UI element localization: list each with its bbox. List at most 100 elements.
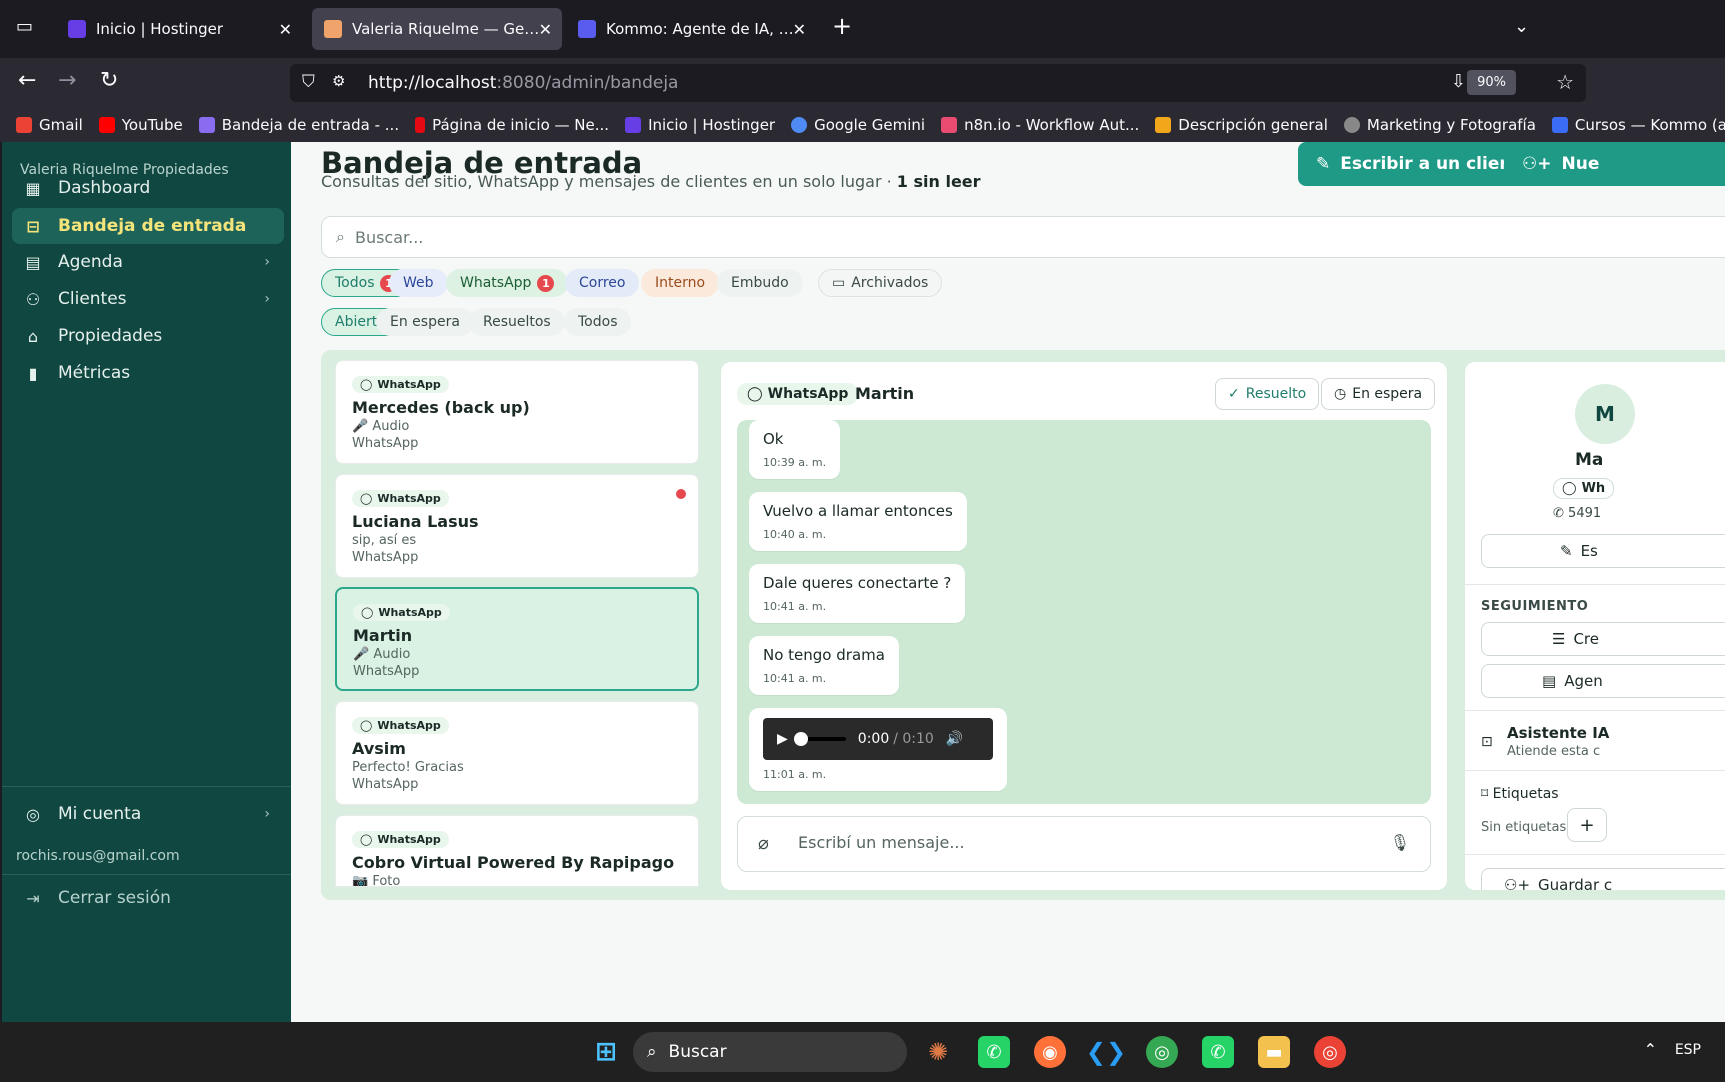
- save-button[interactable]: ⚇+ Guardar c: [1481, 868, 1725, 890]
- download-icon[interactable]: ⇩: [1451, 71, 1466, 92]
- chrome-profile-icon[interactable]: ◎: [1314, 1036, 1346, 1068]
- conversation-item[interactable]: ◯ WhatsApp Mercedes (back up) 🎤 Audio Wha…: [335, 360, 699, 464]
- claude-icon[interactable]: ✺: [922, 1036, 954, 1068]
- bookmark-gemini[interactable]: Google Gemini: [791, 116, 925, 134]
- check-icon: ✓: [1228, 386, 1240, 402]
- contact-name: Ma: [1575, 450, 1604, 470]
- browser-tab-kommo[interactable]: Kommo: Agente de IA, Luciana ✕: [566, 8, 816, 50]
- taskbar-search[interactable]: ⌕ Buscar: [633, 1032, 907, 1072]
- kommo-favicon-icon: [578, 20, 596, 38]
- whatsapp-tag: ◯ WhatsApp: [352, 376, 449, 393]
- browser-tab-valeria[interactable]: Valeria Riquelme — Gestiones Inmobiliari…: [312, 8, 562, 50]
- resolve-button[interactable]: ✓ Resuelto: [1215, 378, 1320, 410]
- url-bar[interactable]: ⛉ ⚙ http://localhost:8080/admin/bandeja …: [290, 64, 1586, 102]
- back-icon[interactable]: ←: [18, 70, 36, 92]
- sidebar-item-clients[interactable]: ⚇ Clientes ›: [12, 281, 284, 317]
- add-tag-button[interactable]: +: [1567, 808, 1607, 842]
- close-tab-icon[interactable]: ✕: [793, 20, 806, 39]
- new-button[interactable]: ⚇+ Nue: [1504, 142, 1725, 186]
- play-icon[interactable]: ▶: [777, 731, 788, 747]
- browser-tab-hostinger[interactable]: Inicio | Hostinger ✕: [56, 8, 302, 50]
- close-tab-icon[interactable]: ✕: [279, 20, 292, 39]
- bookmark-youtube[interactable]: YouTube: [98, 116, 183, 134]
- logout-button[interactable]: ⇥ Cerrar sesión: [12, 880, 284, 916]
- paperclip-icon[interactable]: ⌀: [758, 833, 769, 854]
- reload-icon[interactable]: ↻: [100, 70, 118, 92]
- unread-dot: [676, 489, 686, 499]
- close-tab-icon[interactable]: ✕: [539, 20, 552, 39]
- phone-icon: ✆: [1553, 506, 1564, 521]
- users-icon: ⚇: [25, 289, 41, 309]
- language-indicator[interactable]: ESP: [1675, 1042, 1701, 1058]
- netflix-icon: [415, 117, 426, 133]
- audio-player[interactable]: ▶ 0:00 / 0:10 🔊: [763, 718, 993, 760]
- conversation-item[interactable]: ◯ WhatsApp Luciana Lasus sip, así es What…: [335, 474, 699, 578]
- bookmark-netflix[interactable]: Página de inicio — Ne...: [415, 116, 609, 134]
- filter-chip-archived[interactable]: ▭ Archivados: [818, 269, 943, 297]
- waiting-button[interactable]: ◷ En espera: [1321, 378, 1436, 410]
- whatsapp-icon: ◯: [1562, 481, 1577, 496]
- clock-icon: ◷: [1334, 386, 1347, 402]
- bookmark-kommo[interactable]: Cursos — Kommo (an...: [1551, 116, 1725, 134]
- bookmark-n8n[interactable]: n8n.io - Workflow Aut...: [941, 116, 1139, 134]
- url-text[interactable]: http://localhost:8080/admin/bandeja: [368, 73, 678, 93]
- whatsapp-tag: ◯ WhatsApp: [353, 604, 450, 621]
- search-input[interactable]: ⌕ Buscar...: [321, 216, 1725, 258]
- whatsapp-icon: ◯: [360, 719, 373, 732]
- windows-start-icon[interactable]: ⊞: [590, 1036, 622, 1068]
- bookmark-hostinger[interactable]: Inicio | Hostinger: [625, 116, 775, 134]
- firefox-icon[interactable]: ◉: [1034, 1036, 1066, 1068]
- whatsapp-app-icon[interactable]: ✆: [978, 1036, 1010, 1068]
- filter-chip-web[interactable]: Web: [389, 269, 448, 297]
- vscode-icon[interactable]: ❮❯: [1086, 1036, 1126, 1068]
- filter-chip-funnel[interactable]: Embudo: [717, 269, 803, 297]
- whatsapp-business-icon[interactable]: ✆: [1202, 1036, 1234, 1068]
- filter-chip-whatsapp[interactable]: WhatsApp 1: [446, 269, 569, 297]
- chrome-icon[interactable]: ◎: [1146, 1036, 1178, 1068]
- message-input[interactable]: ⌀ Escribí un mensaje... 🎙: [737, 816, 1431, 872]
- tab-overview-icon[interactable]: ▭: [16, 16, 33, 37]
- sidebar-item-agenda[interactable]: ▤ Agenda ›: [12, 244, 284, 280]
- hostinger-icon: [625, 117, 642, 133]
- message-bubble: Dale queres conectarte ? 10:41 a. m.: [749, 564, 966, 623]
- volume-icon[interactable]: 🔊: [946, 731, 963, 747]
- sidebar-item-dashboard[interactable]: ▦ Dashboard: [12, 170, 284, 206]
- zoom-level[interactable]: 90%: [1467, 70, 1516, 95]
- bookmark-inbox[interactable]: Bandeja de entrada - ...: [198, 116, 399, 134]
- bookmark-gmail[interactable]: Gmail: [16, 116, 83, 134]
- permissions-icon[interactable]: ⚙: [332, 72, 345, 90]
- bookmark-overview[interactable]: Descripción general: [1155, 116, 1328, 134]
- audio-seek-slider[interactable]: [793, 732, 846, 746]
- ai-assistant-subtitle: Atiende esta c: [1507, 744, 1601, 759]
- edit-contact-button[interactable]: ✎ Es: [1481, 534, 1725, 568]
- whatsapp-tag: ◯ WhatsApp: [352, 717, 449, 734]
- forward-icon[interactable]: →: [58, 70, 76, 92]
- file-explorer-icon[interactable]: ▬: [1258, 1036, 1290, 1068]
- valeria-favicon-icon: [324, 20, 342, 38]
- user-circle-icon: ◎: [26, 804, 40, 824]
- conversation-item[interactable]: ◯ WhatsApp Cobro Virtual Powered By Rapip…: [335, 815, 699, 887]
- tags-label: ⌑ Etiquetas: [1481, 786, 1559, 802]
- schedule-button[interactable]: ▤ Agen: [1481, 664, 1725, 698]
- status-chip-resolved[interactable]: Resueltos: [469, 308, 565, 336]
- sidebar-item-metrics[interactable]: ▮ Métricas: [12, 355, 284, 391]
- status-chip-all[interactable]: Todos: [564, 308, 632, 336]
- tag-icon: ⌑: [1481, 786, 1489, 802]
- star-bookmark-icon[interactable]: ☆: [1556, 70, 1574, 94]
- conversation-item[interactable]: ◯ WhatsApp Avsim Perfecto! Gracias WhatsA…: [335, 701, 699, 805]
- bookmark-marketing[interactable]: Marketing y Fotografía: [1343, 116, 1536, 134]
- chevron-down-icon[interactable]: ⌄: [1514, 16, 1529, 37]
- filter-chip-email[interactable]: Correo: [565, 269, 640, 297]
- microphone-icon[interactable]: 🎙: [1390, 833, 1410, 852]
- shield-icon[interactable]: ⛉: [302, 72, 315, 92]
- filter-chip-internal[interactable]: Interno: [641, 269, 720, 297]
- sidebar-item-properties[interactable]: ⌂ Propiedades: [12, 318, 284, 354]
- audio-duration: / 0:10: [893, 731, 934, 747]
- sidebar-item-inbox[interactable]: ⊟ Bandeja de entrada: [12, 208, 284, 244]
- sidebar-item-account[interactable]: ◎ Mi cuenta ›: [12, 796, 284, 832]
- create-task-button[interactable]: ☰ Cre: [1481, 622, 1725, 656]
- new-tab-icon[interactable]: +: [832, 12, 852, 40]
- conversation-item-selected[interactable]: ◯ WhatsApp Martin 🎤 Audio WhatsApp: [335, 587, 699, 691]
- chevron-up-icon[interactable]: ⌃: [1644, 1040, 1657, 1059]
- status-chip-waiting[interactable]: En espera: [376, 308, 474, 336]
